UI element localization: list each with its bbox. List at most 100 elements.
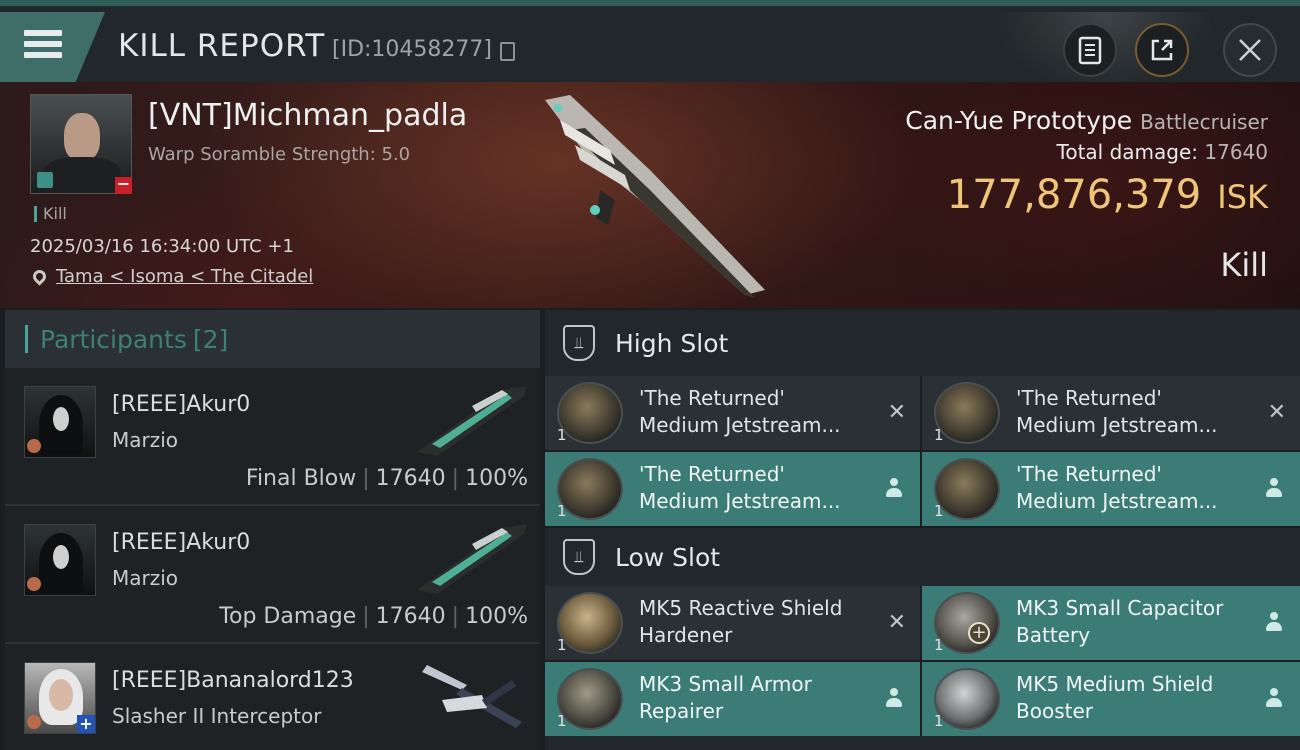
isk-unit: ISK (1217, 178, 1268, 216)
close-button[interactable] (1223, 23, 1277, 77)
participants-panel: Participants [2] [REEE]Akur0 Marzio Fina… (5, 310, 540, 750)
participant-avatar: + (24, 662, 96, 734)
copy-icon[interactable] (500, 42, 515, 61)
kill-location[interactable]: Tama < Isoma < The Citadel (30, 266, 313, 287)
participant-row[interactable]: + [REEE]Bananalord123 Slasher II Interce… (5, 644, 540, 750)
module-name-line2: Medium Jetstream... (639, 413, 841, 437)
participant-role: Top Damage (219, 604, 357, 629)
participant-damage: 17640 (375, 466, 446, 491)
participant-percent: 100% (465, 604, 528, 629)
warp-scramble: Warp Soramble Strength: 5.0 (148, 144, 411, 165)
module-quantity: 1 (934, 502, 944, 520)
location-pin-icon (30, 267, 49, 286)
dropped-person-icon (886, 478, 902, 498)
participant-ship: Marzio (112, 428, 179, 452)
participant-ship-image (417, 524, 527, 594)
module-tile[interactable]: 1 'The Returned' Medium Jetstream... (922, 452, 1300, 526)
module-name-line2: Repairer (639, 699, 724, 723)
low-slot-icon: ⫫ (563, 539, 595, 575)
module-tile[interactable]: 1 MK5 Reactive Shield Hardener ✕ (545, 586, 920, 660)
ship-name[interactable]: Can-Yue Prototype (905, 106, 1132, 135)
jetstream-module-icon (557, 458, 623, 520)
jetstream-module-icon (934, 458, 1000, 520)
participant-name: [REEE]Bananalord123 (112, 668, 354, 693)
module-name-line2: Medium Jetstream... (1016, 489, 1218, 513)
hamburger-icon (24, 30, 62, 63)
participant-stats: Top Damage | 17640 | 100% (219, 604, 528, 629)
module-tile[interactable]: 1 'The Returned' Medium Jetstream... ✕ (545, 376, 920, 450)
participant-role: Final Blow (245, 466, 357, 491)
low-slot-label: Low Slot (615, 542, 721, 572)
module-name-line2: Booster (1016, 699, 1093, 723)
high-slot-grid: 1 'The Returned' Medium Jetstream... ✕ 1… (545, 376, 1300, 526)
high-slot-label: High Slot (615, 328, 729, 358)
low-slot-header: ⫫ Low Slot (545, 528, 1300, 586)
high-slot-header: ⫫ High Slot (545, 310, 1300, 376)
dropped-person-icon (1266, 478, 1282, 498)
participant-avatar (24, 524, 96, 596)
high-slot-icon: ⫫ (563, 325, 595, 361)
destroyed-icon: ✕ (1267, 400, 1286, 425)
kill-tag: Kill (34, 206, 67, 222)
close-icon (1239, 39, 1261, 61)
destroyed-icon: ✕ (887, 610, 906, 635)
module-name-line1: 'The Returned' (639, 386, 785, 410)
jetstream-module-icon (934, 382, 1000, 444)
module-name-line2: Battery (1016, 623, 1091, 647)
page-title: KILL REPORT (118, 28, 326, 64)
kill-datetime: 2025/03/16 16:34:00 UTC +1 (30, 236, 294, 257)
total-damage-label: Total damage: (1056, 140, 1199, 164)
jetstream-module-icon (557, 382, 623, 444)
module-quantity: 1 (934, 426, 944, 444)
module-quantity: 1 (557, 426, 567, 444)
isk-value-line: 177,876,379 ISK (947, 172, 1268, 218)
module-tile[interactable]: 1 MK3 Small Armor Repairer (545, 662, 920, 736)
ship-class: Battlecruiser (1140, 110, 1268, 134)
low-slot-grid: 1 MK5 Reactive Shield Hardener ✕ + 1 MK3… (545, 586, 1300, 736)
participant-name: [REEE]Akur0 (112, 392, 251, 417)
dropped-person-icon (886, 688, 902, 708)
participants-label: Participants (40, 324, 187, 354)
module-name-line1: MK5 Medium Shield (1016, 672, 1214, 696)
dropped-person-icon (1266, 688, 1282, 708)
module-quantity: 1 (934, 712, 944, 730)
module-name-line1: MK3 Small Armor (639, 672, 812, 696)
participants-header[interactable]: Participants [2] (5, 310, 540, 368)
hostile-badge-icon: − (115, 174, 132, 194)
shield-hardener-icon (557, 592, 623, 654)
module-tile[interactable]: + 1 MK3 Small Capacitor Battery (922, 586, 1300, 660)
corp-badge-icon (37, 172, 53, 188)
module-tile[interactable]: 1 'The Returned' Medium Jetstream... (545, 452, 920, 526)
participant-row[interactable]: [REEE]Akur0 Marzio Top Damage | 17640 | 100% (5, 506, 540, 644)
participant-ship: Marzio (112, 566, 179, 590)
module-name-line2: Medium Jetstream... (639, 489, 841, 513)
isk-value: 177,876,379 (946, 172, 1202, 218)
participant-ship-image (417, 386, 527, 456)
location-link[interactable]: Tama < Isoma < The Citadel (56, 266, 313, 287)
clipboard-button[interactable] (1063, 23, 1117, 77)
victim-ship-image (545, 95, 765, 298)
module-name-line2: Hardener (639, 623, 733, 647)
module-tile[interactable]: 1 'The Returned' Medium Jetstream... ✕ (922, 376, 1300, 450)
participant-ship-image (422, 665, 522, 728)
plus-badge-icon: + (968, 622, 990, 644)
participant-row[interactable]: [REEE]Akur0 Marzio Final Blow | 17640 | 100% (5, 368, 540, 506)
kill-id: [ID:10458277] (332, 37, 492, 62)
total-damage-value: 17640 (1204, 140, 1268, 164)
fitting-panel: ⫫ High Slot 1 'The Returned' Medium Jets… (545, 310, 1300, 750)
module-tile[interactable]: 1 MK5 Medium Shield Booster (922, 662, 1300, 736)
participant-stats: Final Blow | 17640 | 100% (245, 466, 528, 491)
module-quantity: 1 (557, 636, 567, 654)
participant-name: [REEE]Akur0 (112, 530, 251, 555)
participants-count: [2] (192, 324, 229, 354)
participant-percent: 100% (465, 466, 528, 491)
top-bar: KILL REPORT [ID:10458277] (0, 0, 1300, 88)
module-name-line1: MK3 Small Capacitor (1016, 596, 1224, 620)
total-damage: Total damage: 17640 (1057, 140, 1268, 164)
participant-damage: 17640 (375, 604, 446, 629)
module-name-line2: Medium Jetstream... (1016, 413, 1218, 437)
capacitor-battery-icon (934, 592, 1000, 654)
menu-button[interactable] (0, 12, 105, 82)
victim-name[interactable]: [VNT]Michman_padla (148, 98, 467, 133)
share-button[interactable] (1135, 23, 1189, 77)
